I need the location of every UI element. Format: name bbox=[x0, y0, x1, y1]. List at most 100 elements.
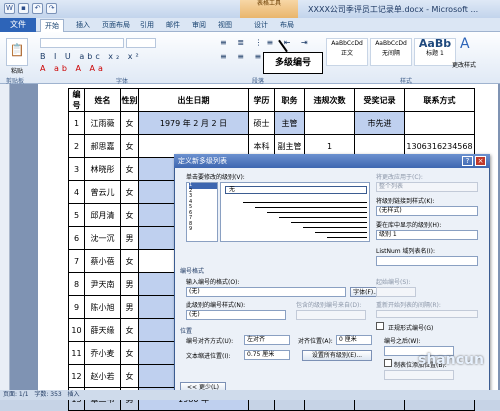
level-item[interactable]: 9 bbox=[189, 226, 217, 233]
style-heading1[interactable]: AaBb 标题 1 bbox=[414, 38, 456, 66]
table-cell[interactable]: 林晓彤 bbox=[84, 157, 121, 181]
tab-insert[interactable]: 插入 bbox=[76, 19, 90, 32]
font-format-icons[interactable]: B I U abc x₂ x² bbox=[40, 52, 142, 61]
table-cell[interactable]: 硕士 bbox=[248, 111, 275, 135]
level-list[interactable]: 123456789 bbox=[186, 182, 218, 242]
link-style-select[interactable]: (无样式) bbox=[376, 206, 478, 216]
tab-design[interactable]: 设计 bbox=[254, 19, 268, 32]
table-cell[interactable]: 女 bbox=[120, 203, 139, 227]
listnum-input[interactable] bbox=[376, 256, 478, 266]
number-format-section: 编号格式 bbox=[180, 268, 205, 275]
table-cell[interactable]: 赵小若 bbox=[84, 364, 121, 388]
table-cell[interactable]: 8 bbox=[68, 272, 85, 296]
preview-level1: 无 bbox=[225, 186, 367, 194]
header-cell: 姓名 bbox=[84, 88, 121, 112]
tab-file[interactable]: 文件 bbox=[0, 18, 36, 32]
start-at-input[interactable] bbox=[376, 287, 416, 297]
font-size-select[interactable] bbox=[126, 38, 156, 48]
table-cell[interactable]: 主管 bbox=[274, 111, 305, 135]
include-level-label: 包含的级别编号来自(D): bbox=[296, 302, 362, 309]
table-cell[interactable]: 沈一沉 bbox=[84, 226, 121, 250]
paste-icon[interactable]: 📋 bbox=[6, 38, 28, 66]
table-cell[interactable]: 3 bbox=[68, 157, 85, 181]
indent-at-label: 文本缩进位置(I): bbox=[186, 353, 231, 360]
follow-number-label: 编号之后(W): bbox=[384, 338, 421, 345]
table-cell[interactable]: 4 bbox=[68, 180, 85, 204]
help-icon[interactable]: ? bbox=[462, 156, 473, 166]
header-cell: 学历 bbox=[248, 88, 275, 112]
table-cell[interactable]: 11 bbox=[68, 341, 85, 365]
alignment-select[interactable]: 左对齐 bbox=[244, 335, 290, 345]
quick-access-toolbar: W ▪ ↶ ↷ bbox=[4, 3, 57, 14]
tab-references[interactable]: 引用 bbox=[140, 19, 154, 32]
redo-icon[interactable]: ↷ bbox=[46, 3, 57, 14]
table-cell[interactable] bbox=[304, 111, 355, 135]
restart-select[interactable] bbox=[376, 310, 478, 318]
table-cell[interactable]: 薛天缘 bbox=[84, 318, 121, 342]
table-cell[interactable]: 蔡小蓓 bbox=[84, 249, 121, 273]
table-cell[interactable]: 女 bbox=[120, 111, 139, 135]
table-cell[interactable]: 郝思嘉 bbox=[84, 134, 121, 158]
legal-label: 正规形式编号(G) bbox=[388, 325, 434, 332]
style-normal[interactable]: AaBbCcDd 正文 bbox=[326, 38, 368, 66]
table-cell[interactable]: 10 bbox=[68, 318, 85, 342]
table-cell[interactable]: 5 bbox=[68, 203, 85, 227]
tab-view[interactable]: 视图 bbox=[218, 19, 232, 32]
table-cell[interactable]: 邱月清 bbox=[84, 203, 121, 227]
table-cell[interactable]: 7 bbox=[68, 249, 85, 273]
table-cell[interactable]: 男 bbox=[120, 295, 139, 319]
word-icon[interactable]: W bbox=[4, 3, 15, 14]
table-row[interactable]: 1 江雨薇女 1979 年 2 月 2 日硕士 主管 市先进 bbox=[68, 111, 475, 135]
context-tab-header: 表格工具 bbox=[240, 0, 298, 18]
aligned-at-input[interactable]: 0 厘米 bbox=[336, 335, 372, 345]
tab-mailings[interactable]: 邮件 bbox=[166, 19, 180, 32]
tab-stop-input[interactable] bbox=[384, 370, 454, 380]
table-cell[interactable]: 6 bbox=[68, 226, 85, 250]
preview-line bbox=[279, 217, 367, 218]
tab-stop-checkbox[interactable] bbox=[384, 359, 392, 367]
close-icon[interactable]: × bbox=[475, 156, 486, 166]
style-no-spacing[interactable]: AaBbCcDd 无间隔 bbox=[370, 38, 412, 66]
set-all-levels-button[interactable]: 设置所有级别(E)... bbox=[302, 350, 372, 361]
table-cell[interactable]: 1979 年 2 月 2 日 bbox=[138, 111, 249, 135]
table-cell[interactable]: 江雨薇 bbox=[84, 111, 121, 135]
tab-layout[interactable]: 布局 bbox=[280, 19, 294, 32]
table-cell[interactable]: 1 bbox=[68, 111, 85, 135]
list-icons[interactable]: ≡ ≣ ⋮≡ ⇤ ⇥ bbox=[220, 38, 312, 47]
indent-at-input[interactable]: 0.75 厘米 bbox=[244, 350, 290, 360]
number-style-select[interactable]: (无) bbox=[186, 310, 286, 320]
table-cell[interactable]: 男 bbox=[120, 272, 139, 296]
legal-checkbox[interactable] bbox=[376, 322, 384, 330]
table-cell[interactable]: 12 bbox=[68, 364, 85, 388]
table-cell[interactable]: 曾云儿 bbox=[84, 180, 121, 204]
table-cell[interactable]: 2 bbox=[68, 134, 85, 158]
font-color-icons[interactable]: A ab A Aa bbox=[40, 64, 106, 73]
change-styles-icon[interactable]: A bbox=[460, 36, 470, 52]
table-cell[interactable]: 女 bbox=[120, 134, 139, 158]
table-cell[interactable]: 女 bbox=[120, 249, 139, 273]
undo-icon[interactable]: ↶ bbox=[32, 3, 43, 14]
table-cell[interactable]: 市先进 bbox=[354, 111, 405, 135]
table-cell[interactable]: 尹天南 bbox=[84, 272, 121, 296]
table-cell[interactable]: 女 bbox=[120, 341, 139, 365]
table-cell[interactable]: 女 bbox=[120, 364, 139, 388]
save-icon[interactable]: ▪ bbox=[18, 3, 29, 14]
font-name-select[interactable] bbox=[40, 38, 124, 48]
tab-page-layout[interactable]: 页面布局 bbox=[102, 19, 130, 32]
table-cell[interactable]: 陈小旭 bbox=[84, 295, 121, 319]
format-input[interactable]: (无) bbox=[186, 287, 346, 297]
aligned-at-label: 对齐位置(A): bbox=[298, 338, 333, 345]
table-cell[interactable]: 9 bbox=[68, 295, 85, 319]
apply-to-select[interactable]: 整个列表 bbox=[376, 182, 478, 192]
table-cell[interactable]: 女 bbox=[120, 157, 139, 181]
include-level-select[interactable] bbox=[296, 310, 366, 320]
table-cell[interactable]: 女 bbox=[120, 180, 139, 204]
table-cell[interactable]: 女 bbox=[120, 318, 139, 342]
table-cell[interactable] bbox=[404, 111, 475, 135]
tab-home[interactable]: 开始 bbox=[40, 19, 64, 32]
tab-review[interactable]: 审阅 bbox=[192, 19, 206, 32]
table-cell[interactable]: 男 bbox=[120, 226, 139, 250]
table-cell[interactable]: 乔小麦 bbox=[84, 341, 121, 365]
gallery-level-select[interactable]: 级别 1 bbox=[376, 230, 478, 240]
click-level-label: 单击要修改的级别(V): bbox=[186, 174, 245, 181]
